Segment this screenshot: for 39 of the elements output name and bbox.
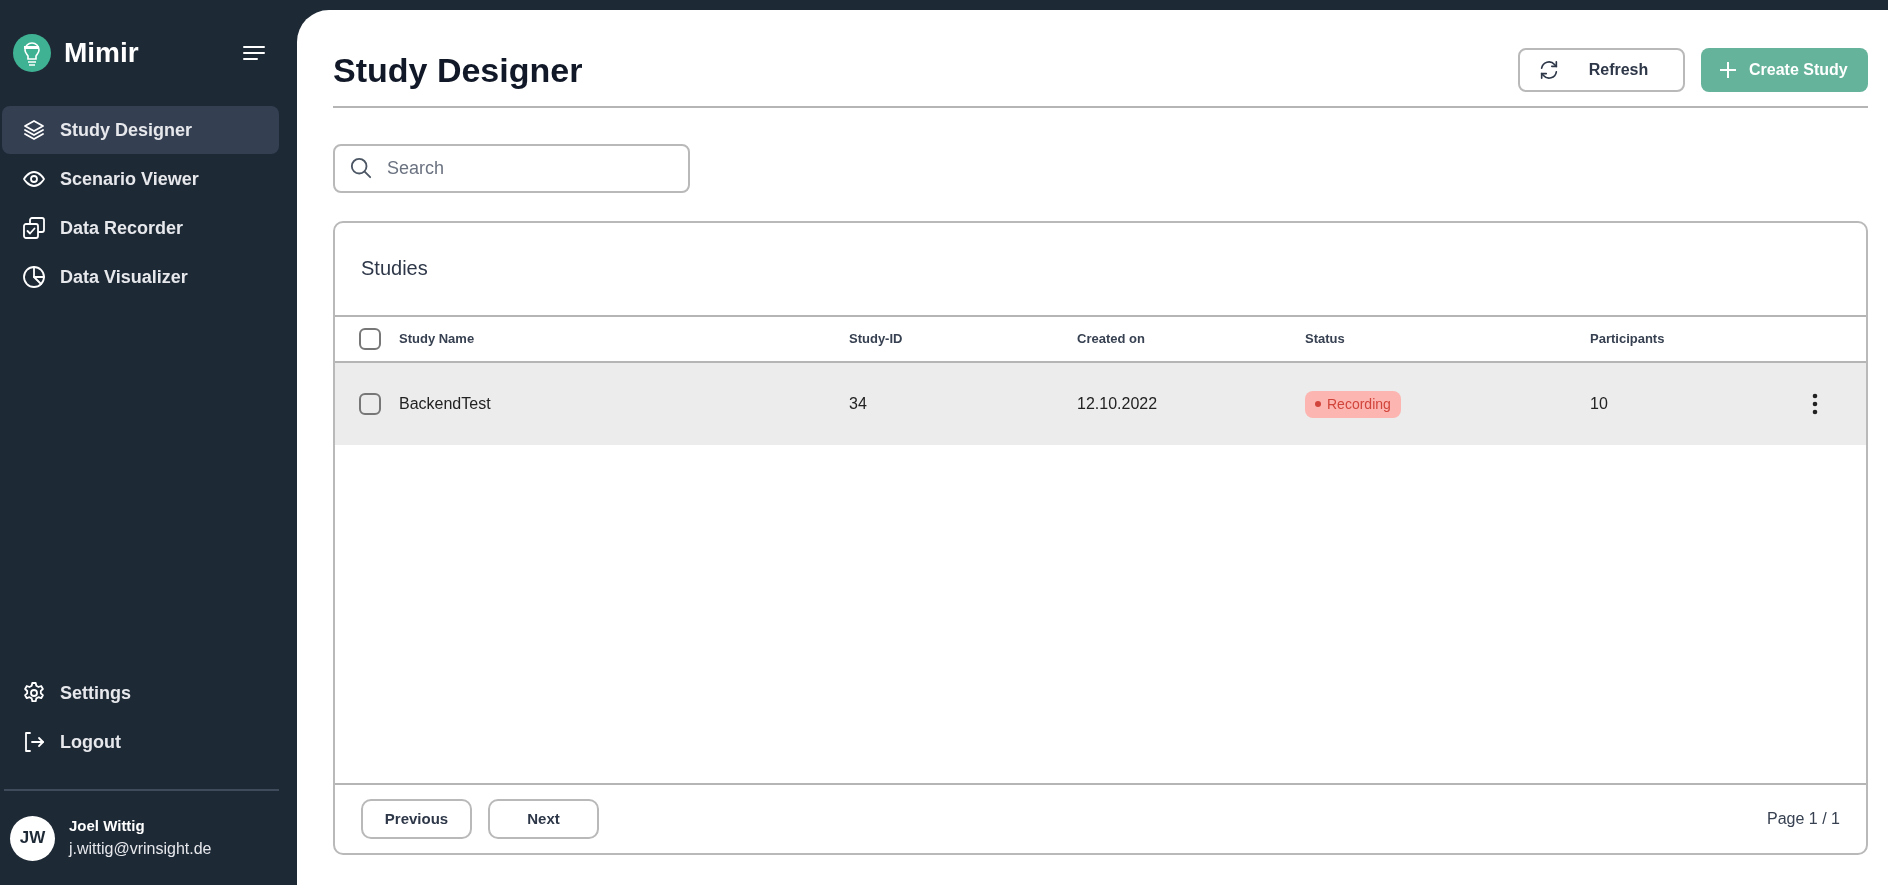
plus-icon bbox=[1719, 61, 1737, 79]
search-field[interactable]: Search bbox=[333, 144, 690, 193]
sidebar-item[interactable]: Scenario Viewer bbox=[2, 155, 279, 203]
column-header: Study Name bbox=[399, 331, 475, 347]
column-header: Study-ID bbox=[849, 331, 903, 347]
logout-icon bbox=[22, 730, 46, 754]
user-avatar: JW bbox=[10, 815, 55, 861]
sidebar-item[interactable]: Logout bbox=[2, 718, 279, 766]
table-cell: 12.10.2022 bbox=[1077, 395, 1158, 412]
refresh-button[interactable]: Refresh bbox=[1518, 48, 1685, 92]
refresh-icon bbox=[1538, 59, 1560, 81]
table-cell: 10 bbox=[1590, 395, 1608, 412]
table-title: Studies bbox=[360, 256, 429, 281]
column-header: Created on bbox=[1077, 331, 1145, 347]
checked-copy-icon bbox=[22, 216, 46, 240]
row-checkbox[interactable] bbox=[359, 393, 381, 415]
previous-button[interactable]: Previous bbox=[361, 799, 472, 839]
lightbulb-logo-icon bbox=[12, 33, 52, 73]
status-badge: Recording bbox=[1305, 390, 1401, 418]
page-title: Study Designer bbox=[333, 49, 583, 91]
app-name: Mimir bbox=[64, 36, 139, 70]
sidebar-item[interactable]: Data Visualizer bbox=[2, 253, 279, 301]
column-header: Status bbox=[1305, 331, 1345, 347]
vertical-dots-icon bbox=[1812, 393, 1818, 415]
table-row[interactable]: BackendTest 34 12.10.2022 Recording 10 bbox=[335, 363, 1866, 445]
column-header: Participants bbox=[1590, 331, 1665, 347]
sidebar-item[interactable]: Study Designer bbox=[2, 106, 279, 154]
pie-chart-icon bbox=[22, 265, 46, 289]
user-email: j.wittig@vrinsight.de bbox=[69, 839, 212, 860]
table-cell: BackendTest bbox=[399, 395, 491, 412]
sidebar-item[interactable]: Data Recorder bbox=[2, 204, 279, 252]
select-all-checkbox[interactable] bbox=[359, 328, 381, 350]
next-button[interactable]: Next bbox=[488, 799, 599, 839]
page-indicator: Page 1 / 1 bbox=[1767, 809, 1840, 829]
layers-icon bbox=[22, 118, 46, 142]
sidebar-item[interactable]: Settings bbox=[2, 669, 279, 717]
settings-icon bbox=[22, 681, 46, 705]
user-name: Joel Wittig bbox=[69, 815, 146, 836]
table-cell: 34 bbox=[849, 395, 867, 412]
